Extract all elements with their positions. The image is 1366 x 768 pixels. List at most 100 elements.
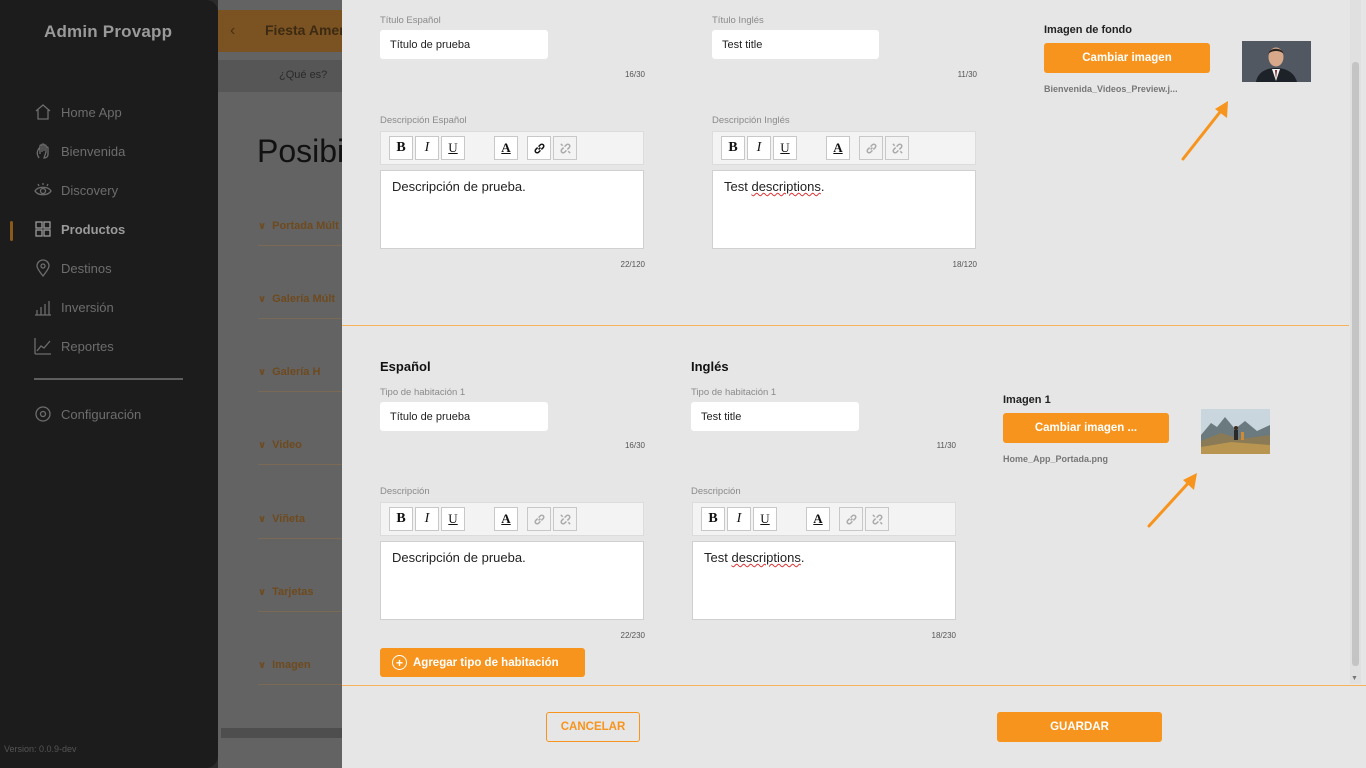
horizontal-scrollbar[interactable] [221, 728, 342, 738]
location-pin-icon [36, 259, 50, 277]
title-es-counter: 16/30 [624, 70, 645, 79]
chevron-down-icon: ∨ [258, 367, 267, 378]
section-video[interactable]: ∨ Video [258, 439, 342, 465]
unlink-icon [559, 513, 571, 525]
sidebar-item-label: Inversión [61, 299, 114, 315]
active-indicator [10, 221, 13, 241]
link-button[interactable] [527, 507, 551, 531]
sidebar-item-discovery[interactable]: Discovery [34, 179, 118, 201]
sidebar-item-label: Productos [61, 221, 126, 237]
sidebar-item-configuracion[interactable]: Configuración [34, 403, 141, 425]
unlink-button[interactable] [885, 136, 909, 160]
link-button[interactable] [527, 136, 551, 160]
room-type-en-input[interactable] [691, 402, 859, 431]
chevron-down-icon: ∨ [258, 440, 267, 451]
section-tarjetas[interactable]: ∨ Tarjetas [258, 586, 342, 612]
underline-button[interactable]: U [773, 136, 797, 160]
desc-en-editor[interactable]: Test descriptions. [712, 170, 976, 249]
desc-en-label: Descripción Inglés [712, 115, 790, 126]
link-button[interactable] [859, 136, 883, 160]
sidebar-item-productos[interactable]: Productos [34, 218, 125, 240]
bold-button[interactable]: B [389, 507, 413, 531]
bold-button[interactable]: B [701, 507, 725, 531]
edit-modal: Título Español 16/30 Título Inglés 11/30… [342, 0, 1366, 768]
chevron-down-icon: ∨ [258, 221, 267, 232]
editor-text: Descripción de prueba. [392, 179, 526, 194]
tab-que-es[interactable]: ¿Qué es? [279, 69, 327, 81]
scrollbar-thumb[interactable] [1352, 62, 1359, 666]
change-background-image-button[interactable]: Cambiar imagen [1044, 43, 1210, 73]
editor-text: Test [704, 550, 732, 565]
pointer-arrow [1181, 101, 1228, 161]
cancel-button[interactable]: CANCELAR [546, 712, 640, 742]
section-imagen[interactable]: ∨ Imagen [258, 659, 342, 685]
section-label: Galería H [272, 366, 321, 378]
chevron-left-icon[interactable]: ‹ [230, 22, 235, 40]
font-color-button[interactable]: A [806, 507, 830, 531]
spanish-heading: Español [380, 359, 431, 374]
background-image-thumbnail [1242, 41, 1311, 82]
chevron-down-icon: ∨ [258, 587, 267, 598]
room-type-es-input[interactable] [380, 402, 548, 431]
underline-button[interactable]: U [441, 507, 465, 531]
font-color-button[interactable]: A [494, 136, 518, 160]
title-en-input[interactable] [712, 30, 879, 59]
desc-es-toolbar: B I U A [380, 131, 644, 165]
font-color-button[interactable]: A [494, 507, 518, 531]
underline-button[interactable]: U [753, 507, 777, 531]
bold-button[interactable]: B [389, 136, 413, 160]
section-galeria-multi[interactable]: ∨ Galería Múlt [258, 293, 342, 319]
page-title: Fiesta Ameri [265, 22, 349, 38]
bold-button[interactable]: B [721, 136, 745, 160]
room-image-filename: Home_App_Portada.png [1003, 454, 1109, 464]
desc-es-label: Descripción Español [380, 115, 467, 126]
chevron-down-icon[interactable]: ▼ [1351, 675, 1358, 682]
room-type-es-counter: 16/30 [624, 441, 645, 450]
sidebar: Admin Provapp Home App Bienvenida Discov… [0, 0, 218, 768]
save-button[interactable]: GUARDAR [997, 712, 1162, 742]
editor-text: Descripción de prueba. [392, 550, 526, 565]
section-portada[interactable]: ∨ Portada Múlt [258, 220, 342, 246]
sidebar-divider [34, 378, 183, 380]
section-separator [342, 325, 1349, 326]
section-label: Video [272, 439, 302, 451]
change-room-image-button[interactable]: Cambiar imagen ... [1003, 413, 1169, 443]
link-icon [866, 143, 876, 153]
sidebar-item-destinos[interactable]: Destinos [34, 257, 112, 279]
desc-es-editor[interactable]: Descripción de prueba. [380, 170, 644, 249]
sidebar-item-label: Destinos [61, 260, 112, 276]
unlink-button[interactable] [865, 507, 889, 531]
add-room-type-button[interactable]: + Agregar tipo de habitación [380, 648, 585, 677]
vertical-scrollbar[interactable]: ▼ [1350, 0, 1361, 684]
sidebar-item-bienvenida[interactable]: Bienvenida [34, 140, 125, 162]
pointer-arrow [1147, 473, 1197, 528]
room-desc-es-label: Descripción [380, 486, 430, 497]
sidebar-item-label: Reportes [61, 338, 114, 354]
title-en-counter: 11/30 [957, 70, 977, 79]
underline-button[interactable]: U [441, 136, 465, 160]
section-galeria-h[interactable]: ∨ Galería H [258, 366, 342, 392]
hand-icon [36, 143, 49, 159]
sidebar-item-label: Configuración [61, 406, 142, 422]
italic-button[interactable]: I [415, 136, 439, 160]
italic-button[interactable]: I [747, 136, 771, 160]
italic-button[interactable]: I [727, 507, 751, 531]
sidebar-item-inversion[interactable]: Inversión [34, 296, 114, 318]
background-image-filename: Bienvenida_Videos_Preview.j... [1044, 84, 1178, 94]
italic-button[interactable]: I [415, 507, 439, 531]
unlink-button[interactable] [553, 136, 577, 160]
brand-title: Admin Provapp [44, 22, 173, 41]
editor-text-end: . [820, 179, 825, 194]
room-desc-es-editor[interactable]: Descripción de prueba. [380, 541, 644, 620]
unlink-button[interactable] [553, 507, 577, 531]
sidebar-item-home-app[interactable]: Home App [34, 101, 122, 123]
desc-en-counter: 18/120 [952, 260, 977, 269]
title-es-label: Título Español [380, 15, 441, 26]
link-button[interactable] [839, 507, 863, 531]
section-vineta[interactable]: ∨ Viñeta [258, 513, 342, 539]
title-es-input[interactable] [380, 30, 548, 59]
room-desc-en-editor[interactable]: Test descriptions. [692, 541, 956, 620]
font-color-button[interactable]: A [826, 136, 850, 160]
sidebar-item-reportes[interactable]: Reportes [34, 335, 114, 357]
room-type-es-label: Tipo de habitación 1 [380, 387, 466, 398]
